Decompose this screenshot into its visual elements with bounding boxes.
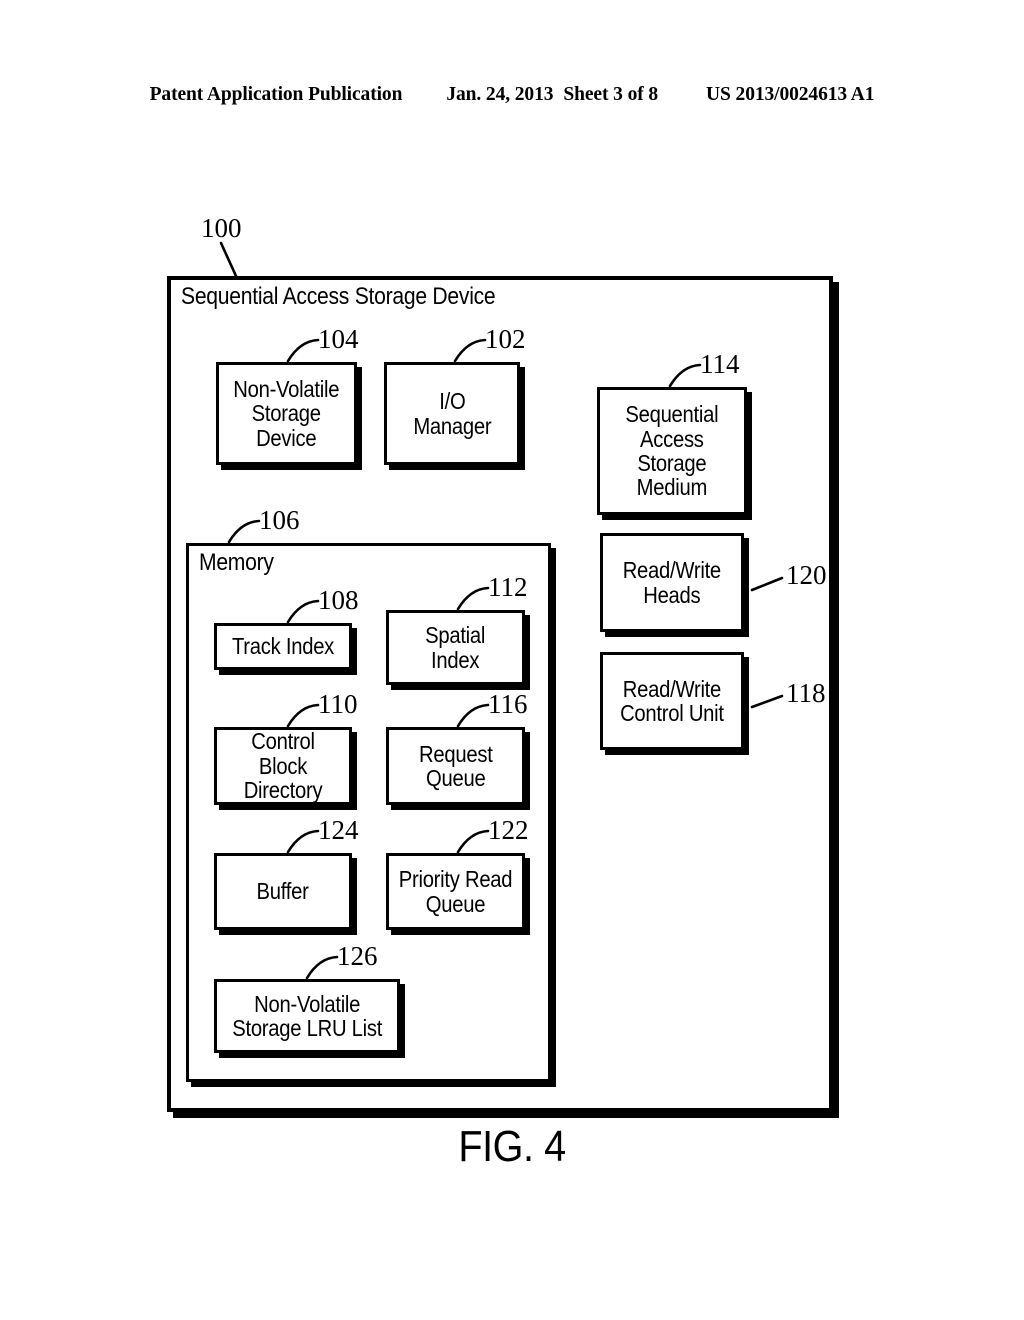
refnum-112: 112 bbox=[488, 572, 528, 602]
refnum-106: 106 bbox=[259, 505, 300, 535]
block-read-write-control-unit: Read/Write Control Unit bbox=[600, 652, 744, 750]
block-non-volatile-storage-device-label: Non-Volatile Storage Device bbox=[233, 375, 340, 451]
refnum-110: 110 bbox=[318, 689, 358, 719]
block-buffer-label: Buffer bbox=[256, 878, 310, 905]
leader-100 bbox=[219, 241, 238, 278]
sequential-access-storage-device-title: Sequential Access Storage Device bbox=[181, 283, 496, 310]
publication-title: Patent Application Publication bbox=[149, 84, 403, 105]
block-track-index: Track Index bbox=[214, 623, 352, 670]
block-io-manager-label: I/O Manager bbox=[412, 388, 492, 439]
block-control-block-directory: Control Block Directory bbox=[214, 727, 352, 805]
block-read-write-heads: Read/Write Heads bbox=[600, 533, 744, 632]
refnum-124: 124 bbox=[318, 815, 359, 845]
refnum-116: 116 bbox=[488, 689, 528, 719]
publication-date-sheet: Jan. 24, 2013 Sheet 3 of 8 bbox=[446, 84, 658, 106]
block-read-write-heads-label: Read/Write Heads bbox=[622, 557, 722, 608]
refnum-100: 100 bbox=[201, 213, 242, 243]
refnum-126: 126 bbox=[337, 941, 378, 971]
block-track-index-label: Track Index bbox=[231, 633, 335, 660]
block-sequential-access-storage-medium: Sequential Access Storage Medium bbox=[597, 387, 747, 515]
block-spatial-index-label: Spatial Index bbox=[425, 622, 486, 673]
block-control-block-directory-label: Control Block Directory bbox=[243, 728, 323, 804]
publication-date: Jan. 24, 2013 bbox=[446, 84, 554, 105]
refnum-108: 108 bbox=[318, 585, 359, 615]
block-non-volatile-storage-lru-list: Non-Volatile Storage LRU List bbox=[214, 979, 400, 1053]
publication-header: Patent Application Publication Jan. 24, … bbox=[0, 84, 1024, 114]
block-priority-read-queue: Priority Read Queue bbox=[386, 853, 525, 930]
refnum-122: 122 bbox=[488, 815, 529, 845]
sheet-number: Sheet 3 of 8 bbox=[563, 84, 659, 105]
block-spatial-index: Spatial Index bbox=[386, 610, 525, 685]
refnum-120: 120 bbox=[786, 560, 827, 590]
block-priority-read-queue-label: Priority Read Queue bbox=[398, 866, 513, 917]
refnum-104: 104 bbox=[318, 324, 359, 354]
refnum-114: 114 bbox=[700, 349, 740, 379]
block-non-volatile-storage-lru-list-label: Non-Volatile Storage LRU List bbox=[232, 990, 382, 1041]
patent-number: US 2013/0024613 A1 bbox=[706, 84, 875, 105]
refnum-102: 102 bbox=[485, 324, 526, 354]
block-buffer: Buffer bbox=[214, 853, 352, 930]
block-io-manager: I/O Manager bbox=[384, 362, 520, 465]
memory-title: Memory bbox=[199, 549, 274, 576]
block-request-queue: Request Queue bbox=[386, 727, 525, 805]
block-sequential-access-storage-medium-label: Sequential Access Storage Medium bbox=[625, 401, 719, 501]
figure-caption: FIG. 4 bbox=[458, 1122, 566, 1171]
block-request-queue-label: Request Queue bbox=[418, 740, 493, 791]
block-read-write-control-unit-label: Read/Write Control Unit bbox=[620, 675, 724, 726]
block-non-volatile-storage-device: Non-Volatile Storage Device bbox=[216, 362, 357, 465]
refnum-118: 118 bbox=[786, 678, 826, 708]
patent-figure-page: Patent Application Publication Jan. 24, … bbox=[0, 0, 1024, 1320]
